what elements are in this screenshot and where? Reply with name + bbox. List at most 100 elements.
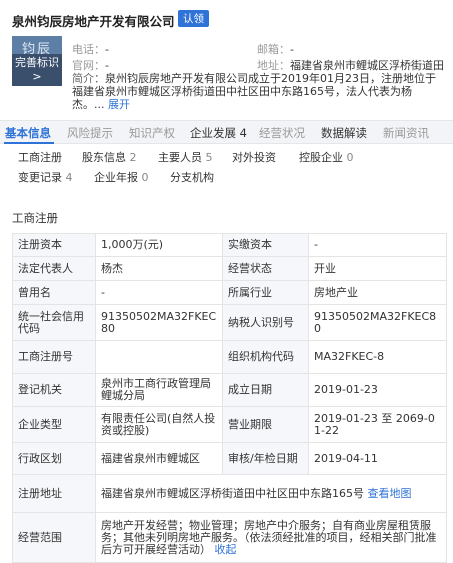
phone-row: 电话：-	[72, 41, 109, 57]
org-code-label: 组织机构代码	[222, 340, 309, 374]
email-label: 邮箱：	[257, 43, 290, 56]
tab-news[interactable]: 新闻资讯	[383, 125, 429, 141]
expand-link[interactable]: 展开	[108, 98, 130, 111]
table-row: 经营范围 房地产开发经营；物业管理；房地产中介服务；自有商业房屋租赁服务；其他未…	[12, 512, 447, 563]
reg-capital-value: 1,000万(元)	[95, 233, 223, 257]
address-row: 地址：福建省泉州市鲤城区浮桥街道田	[257, 57, 453, 73]
subtab-changes[interactable]: 变更记录 4	[14, 170, 73, 186]
former-name-label: 曾用名	[12, 280, 96, 305]
table-row: 法定代表人 杨杰 经营状态 开业	[12, 256, 447, 281]
subtab-investments[interactable]: 对外投资	[228, 150, 276, 166]
region-value: 福建省泉州市鲤城区	[95, 442, 223, 475]
phone-value: -	[105, 43, 109, 56]
subtab-count: 4	[65, 171, 73, 184]
collapse-link[interactable]: 收起	[215, 543, 237, 556]
subtab-count: 0	[346, 151, 354, 164]
industry-label: 所属行业	[222, 280, 309, 305]
address-value: 福建省泉州市鲤城区浮桥街道田	[290, 59, 444, 72]
address-label: 地址：	[257, 59, 290, 72]
reg-capital-label: 注册资本	[12, 233, 96, 257]
reg-no-value	[95, 340, 223, 374]
tab-basic-info[interactable]: 基本信息	[5, 125, 51, 141]
complete-logo-link[interactable]: 完善标识 >	[12, 54, 62, 86]
tab-development[interactable]: 企业发展 4	[190, 125, 247, 141]
subtab-label: 企业年报	[94, 171, 138, 184]
table-row: 注册地址 福建省泉州市鲤城区浮桥街道田中社区田中东路165号 查看地图	[12, 474, 447, 513]
section-title: 工商注册	[12, 211, 58, 225]
region-label: 行政区划	[12, 442, 96, 475]
table-row: 工商注册号 组织机构代码 MA32FKEC-8	[12, 340, 447, 374]
former-name-value: -	[95, 280, 223, 305]
org-code-value: MA32FKEC-8	[308, 340, 447, 374]
paid-capital-value: -	[308, 233, 447, 257]
review-date-value: 2019-04-11	[308, 442, 447, 475]
active-tab-indicator	[4, 142, 54, 144]
type-value: 有限责任公司(自然人投资或控股)	[95, 406, 223, 443]
subtab-label: 变更记录	[18, 171, 62, 184]
legal-rep-label: 法定代表人	[12, 256, 96, 281]
subtab-label: 对外投资	[232, 151, 276, 164]
type-label: 企业类型	[12, 406, 96, 443]
review-date-label: 审核/年检日期	[222, 442, 309, 475]
company-logo[interactable]: 钧辰 完善标识 >	[12, 36, 62, 86]
founded-label: 成立日期	[222, 373, 309, 407]
scope-label: 经营范围	[12, 512, 96, 563]
subtab-label: 主要人员	[158, 151, 202, 164]
subtab-count: 5	[205, 151, 213, 164]
table-row: 行政区划 福建省泉州市鲤城区 审核/年检日期 2019-04-11	[12, 442, 447, 475]
subtab-label: 控股企业	[299, 151, 343, 164]
taxpayer-id-label: 纳税人识别号	[222, 304, 309, 341]
reg-no-label: 工商注册号	[12, 340, 96, 374]
subtab-branches[interactable]: 分支机构	[166, 170, 214, 186]
tab-operations[interactable]: 经营状况	[259, 125, 305, 141]
company-name: 泉州钧辰房地产开发有限公司	[12, 14, 175, 29]
tab-ip[interactable]: 知识产权	[129, 125, 175, 141]
status-value: 开业	[308, 256, 447, 281]
registration-table: 注册资本 1,000万(元) 实缴资本 - 法定代表人 杨杰 经营状态 开业 曾…	[12, 233, 447, 563]
table-row: 注册资本 1,000万(元) 实缴资本 -	[12, 233, 447, 257]
website-row: 官网：-	[72, 57, 109, 73]
subtab-key-personnel[interactable]: 主要人员 5	[154, 150, 213, 166]
scope-cell: 房地产开发经营；物业管理；房地产中介服务；自有商业房屋租赁服务；其他未列明房地产…	[95, 512, 447, 563]
intro-row: 简介：泉州钧辰房地产开发有限公司成立于2019年01月23日，注册地位于福建省泉…	[72, 72, 442, 111]
subtab-label: 股东信息	[82, 151, 126, 164]
table-row: 统一社会信用代码 91350502MA32FKEC80 纳税人识别号 91350…	[12, 304, 447, 341]
term-label: 营业期限	[222, 406, 309, 443]
tab-data-analysis[interactable]: 数据解读	[321, 125, 367, 141]
address-value: 福建省泉州市鲤城区浮桥街道田中社区田中东路165号	[101, 486, 364, 500]
table-row: 登记机关 泉州市工商行政管理局鲤城分局 成立日期 2019-01-23	[12, 373, 447, 407]
legal-rep-value: 杨杰	[95, 256, 223, 281]
authority-value: 泉州市工商行政管理局鲤城分局	[95, 373, 223, 407]
view-map-link[interactable]: 查看地图	[368, 487, 412, 500]
email-value: -	[290, 43, 294, 56]
paid-capital-label: 实缴资本	[222, 233, 309, 257]
main-tabs: 基本信息 风险提示 知识产权 企业发展 4 经营状况 数据解读 新闻资讯	[0, 120, 453, 144]
subtab-shareholders[interactable]: 股东信息 2	[78, 150, 137, 166]
intro-label: 简介：	[72, 72, 105, 85]
table-row: 曾用名 - 所属行业 房地产业	[12, 280, 447, 305]
credit-code-label: 统一社会信用代码	[12, 304, 96, 341]
address-cell: 福建省泉州市鲤城区浮桥街道田中社区田中东路165号 查看地图	[95, 474, 447, 513]
table-row: 企业类型 有限责任公司(自然人投资或控股) 营业期限 2019-01-23 至 …	[12, 406, 447, 443]
phone-label: 电话：	[72, 43, 105, 56]
website-label: 官网：	[72, 59, 105, 72]
term-value: 2019-01-23 至 2069-01-22	[308, 406, 447, 443]
website-value: -	[105, 59, 109, 72]
subtab-holdings[interactable]: 控股企业 0	[295, 150, 354, 166]
address-label: 注册地址	[12, 474, 96, 513]
status-label: 经营状态	[222, 256, 309, 281]
industry-value: 房地产业	[308, 280, 447, 305]
claim-button[interactable]: 认领	[178, 10, 209, 27]
subtab-count: 0	[141, 171, 149, 184]
email-row: 邮箱：-	[257, 41, 294, 57]
authority-label: 登记机关	[12, 373, 96, 407]
tab-risk[interactable]: 风险提示	[67, 125, 113, 141]
scope-value: 房地产开发经营；物业管理；房地产中介服务；自有商业房屋租赁服务；其他未列明房地产…	[101, 518, 437, 556]
taxpayer-id-value: 91350502MA32FKEC80	[308, 304, 447, 341]
subtab-annual-reports[interactable]: 企业年报 0	[90, 170, 149, 186]
credit-code-value: 91350502MA32FKEC80	[95, 304, 223, 341]
subtab-label: 工商注册	[18, 151, 62, 164]
subtab-registration[interactable]: 工商注册	[14, 150, 62, 166]
company-header: 泉州钧辰房地产开发有限公司 认领 钧辰 完善标识 > 电话：- 邮箱：- 官网：…	[0, 0, 453, 111]
subtab-count: 2	[129, 151, 137, 164]
